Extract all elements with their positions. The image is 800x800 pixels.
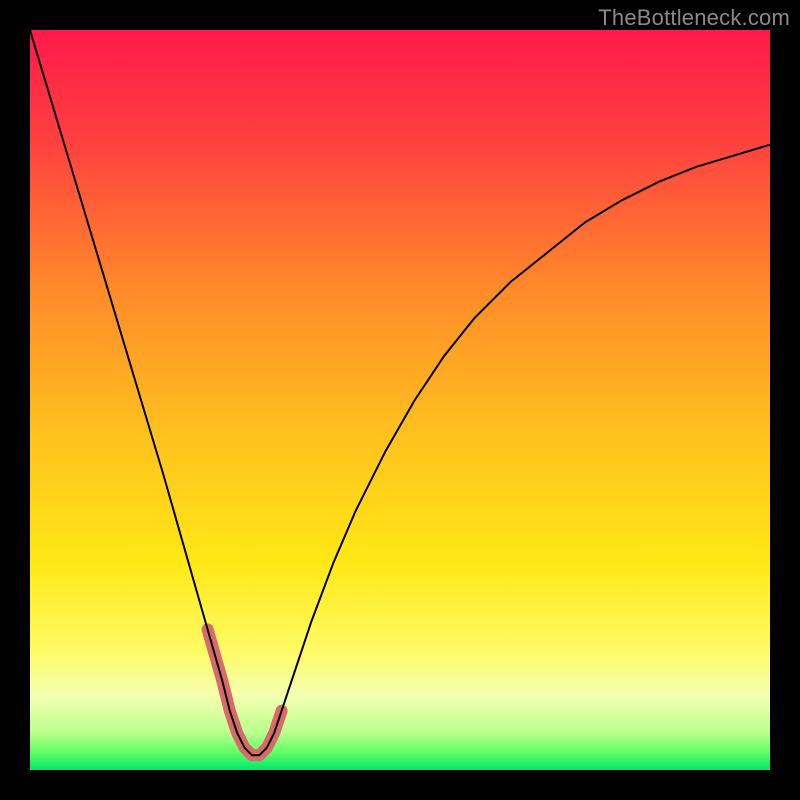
bottleneck-chart [30,30,770,770]
watermark-label: TheBottleneck.com [598,5,790,31]
chart-frame: TheBottleneck.com [0,0,800,800]
